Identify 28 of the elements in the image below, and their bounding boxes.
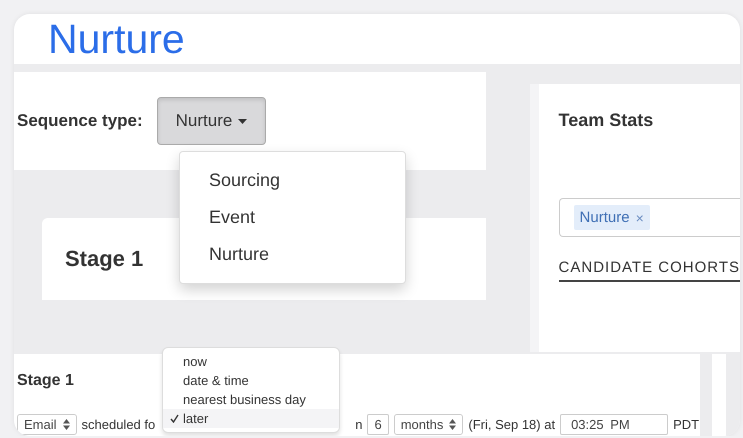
menu-item[interactable]: Sourcing (180, 162, 405, 199)
menu-item[interactable]: date & time (163, 371, 339, 390)
updown-icon (62, 419, 70, 430)
amount-field[interactable]: 6 (367, 414, 389, 435)
menu-item[interactable]: now (163, 352, 339, 371)
page-title: Nurture (48, 15, 185, 64)
sequence-type-dropdown[interactable]: Nurture (156, 97, 266, 145)
field-label: Sequence type: (17, 111, 143, 131)
channel-select[interactable]: Email (17, 414, 77, 435)
timezone-text: PDT (673, 417, 700, 432)
date-text: (Fri, Sep 18) at (468, 417, 556, 432)
updown-icon (449, 419, 456, 430)
menu-item[interactable]: nearest business day (163, 390, 339, 409)
section-tab[interactable]: CANDIDATE COHORTS (558, 259, 740, 282)
caret-icon (238, 118, 248, 124)
stage-title: Stage 1 (17, 372, 74, 390)
menu-item[interactable]: Event (180, 199, 405, 236)
stage-title: Stage 1 (65, 246, 144, 272)
menu-item[interactable]: Nurture (180, 236, 405, 273)
tag-field[interactable]: Nurture × (558, 198, 740, 237)
unit-select[interactable]: months (394, 414, 464, 435)
check-icon (170, 414, 179, 423)
schedule-text: n (355, 417, 362, 432)
time-field[interactable]: 03:25 PM (560, 414, 668, 435)
menu-item[interactable]: later (163, 409, 339, 428)
schedule-text: scheduled fo (82, 417, 156, 432)
tag-label: Nurture (580, 209, 630, 226)
panel-title: Team Stats (558, 110, 654, 131)
